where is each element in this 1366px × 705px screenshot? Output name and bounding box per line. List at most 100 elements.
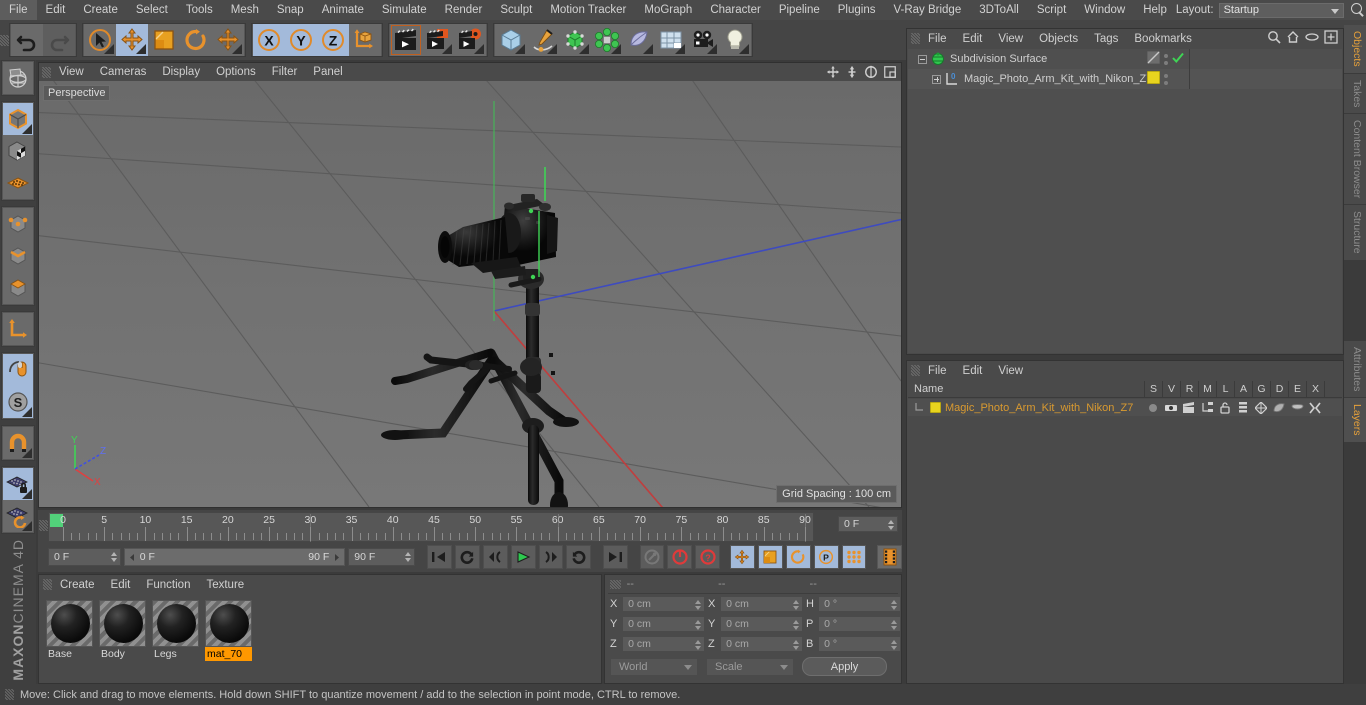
dolly-icon[interactable] [843,65,860,80]
menu-item-sculpt[interactable]: Sculpt [491,0,541,20]
scale-key-button[interactable] [757,545,783,569]
layer-xref-cell[interactable] [1306,401,1324,414]
viewport-menu-cameras[interactable]: Cameras [92,66,155,78]
menu-item-render[interactable]: Render [436,0,492,20]
menu-item-help[interactable]: Help [1134,0,1176,20]
object-dots-icon[interactable] [1164,73,1168,85]
position-key-button[interactable] [730,545,755,569]
material-name[interactable]: Body [99,647,146,661]
layer-column-s[interactable]: S [1144,380,1162,398]
object-axis-mode-button[interactable] [3,313,33,345]
render-settings-button[interactable] [454,24,486,56]
timeline-grip[interactable] [38,512,48,542]
menu-item-motion-tracker[interactable]: Motion Tracker [541,0,635,20]
coordinate-field-h-2[interactable]: 0 ° [818,596,901,612]
render-to-picture-viewer-button[interactable] [422,24,454,56]
point-level-animation-button[interactable] [841,545,867,569]
edges-mode-button[interactable] [3,240,33,272]
spinner-icon[interactable] [694,619,702,631]
size-mode-dropdown[interactable]: Scale [706,657,794,676]
layer-column-g[interactable]: G [1252,380,1270,398]
spinner-icon[interactable] [890,639,898,651]
collapse-toggle-icon[interactable] [918,54,927,64]
enabled-check-icon[interactable] [1172,52,1184,67]
layer-column-a[interactable]: A [1234,380,1252,398]
object-manager-menu-view[interactable]: View [990,33,1031,45]
object-manager-menu-edit[interactable]: Edit [955,33,991,45]
menu-item-snap[interactable]: Snap [268,0,313,20]
mesh-mode-button[interactable] [3,167,33,199]
toolbar-grip[interactable] [0,34,9,46]
viewport-grip[interactable] [42,66,51,78]
rotate-view-icon[interactable] [862,65,879,80]
tab-objects[interactable]: Objects [1344,25,1366,74]
coordinate-field-x-1[interactable]: 0 cm [720,596,803,612]
material-menu-edit[interactable]: Edit [103,579,139,591]
lock-workplane-button[interactable] [3,468,33,500]
layer-column-e[interactable]: E [1288,380,1306,398]
menu-item-plugins[interactable]: Plugins [829,0,885,20]
layer-visible-cell[interactable] [1162,403,1180,413]
material-menu-function[interactable]: Function [138,579,198,591]
maximize-view-icon[interactable] [881,65,898,80]
object-dots-icon[interactable] [1164,53,1168,65]
no-material-tag-icon[interactable] [1146,50,1161,67]
current-frame-field[interactable]: 0 F [838,516,898,532]
material-cell[interactable]: Body [99,600,146,661]
object-manager-menu-tags[interactable]: Tags [1086,33,1126,45]
rotate-tool-button[interactable] [180,24,212,56]
layer-deformer-cell[interactable] [1270,402,1288,414]
layer-row[interactable]: Magic_Photo_Arm_Kit_with_Nikon_Z7 [908,399,1342,416]
material-name[interactable]: Legs [152,647,199,661]
material-cell[interactable]: Legs [152,600,199,661]
scale-tool-button[interactable] [148,24,180,56]
timeline-toggle-button[interactable] [877,545,903,569]
model-mode-button[interactable] [3,103,33,135]
layer-manager-grip[interactable] [911,365,920,376]
coordinate-field-x-0[interactable]: 0 cm [622,596,705,612]
apply-button[interactable]: Apply [802,657,887,676]
add-camera-button[interactable] [687,24,719,56]
frame-field-left[interactable]: 0 F [48,548,121,566]
menu-item-simulate[interactable]: Simulate [373,0,436,20]
add-deformer-button[interactable] [623,24,655,56]
layer-column-r[interactable]: R [1180,380,1198,398]
menu-item-3dtoall[interactable]: 3DToAll [970,0,1028,20]
coordinate-field-y-0[interactable]: 0 cm [622,616,705,632]
spinner-icon[interactable] [694,639,702,651]
spinner-icon[interactable] [694,599,702,611]
menu-item-edit[interactable]: Edit [37,0,75,20]
lock-x-axis-button[interactable]: X [253,24,285,56]
object-manager-menu-bookmarks[interactable]: Bookmarks [1126,33,1200,45]
layer-column-v[interactable]: V [1162,380,1180,398]
expand-toggle-icon[interactable] [932,74,941,84]
viewport-menu-options[interactable]: Options [208,66,264,78]
coordinate-field-y-1[interactable]: 0 cm [720,616,803,632]
lock-z-axis-button[interactable]: Z [317,24,349,56]
material-preview-sphere[interactable] [152,600,199,647]
enable-snapping-button[interactable] [3,427,33,459]
play-forward-loop-button[interactable] [566,545,592,569]
coordinate-field-b-2[interactable]: 0 ° [818,636,901,652]
add-generator-button[interactable] [559,24,591,56]
layer-column-x[interactable]: X [1306,380,1324,398]
object-manager-menu-objects[interactable]: Objects [1031,33,1086,45]
record-active-objects-button[interactable] [639,545,665,569]
play-button[interactable] [510,545,536,569]
search-icon[interactable] [1350,2,1366,18]
keyframe-selection-button[interactable]: ? [695,545,721,569]
world-coordinate-system-button[interactable] [349,24,381,56]
step-back-button[interactable] [482,545,508,569]
layer-column-d[interactable]: D [1270,380,1288,398]
material-cell[interactable]: mat_70 [205,600,252,661]
viewport-menu-view[interactable]: View [51,66,92,78]
material-preview-sphere[interactable] [205,600,252,647]
live-selection-button[interactable] [84,24,116,56]
layout-dropdown[interactable]: Startup [1218,2,1344,18]
menu-item-v-ray-bridge[interactable]: V-Ray Bridge [884,0,970,20]
redo-button[interactable] [43,24,75,56]
rotation-key-button[interactable] [785,545,811,569]
go-to-start-button[interactable] [427,545,452,569]
workplane-rotate-button[interactable] [3,500,33,532]
ellipse-icon[interactable] [1305,30,1319,47]
